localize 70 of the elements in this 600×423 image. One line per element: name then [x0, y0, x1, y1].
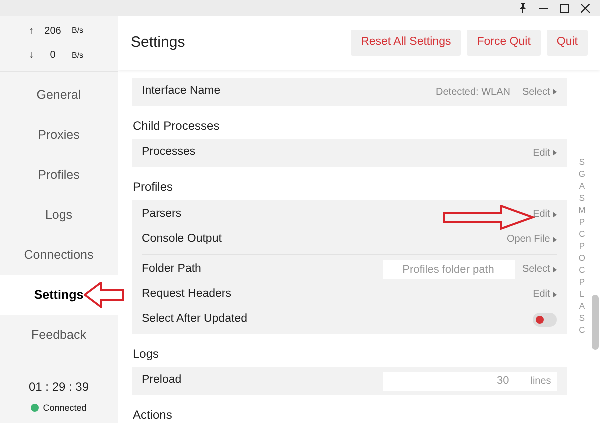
caret-icon	[553, 150, 558, 156]
index-letter[interactable]: C	[579, 324, 586, 336]
index-letter[interactable]: O	[578, 252, 586, 264]
pin-icon[interactable]	[519, 3, 527, 13]
detail-text: Detected: WLAN	[436, 86, 510, 100]
status-label: Connected	[43, 402, 87, 414]
setting-label: Request Headers	[142, 286, 232, 302]
setting-label: Folder Path	[142, 262, 202, 277]
action-link[interactable]: Select	[522, 84, 558, 100]
header-button[interactable]: Quit	[546, 30, 588, 56]
unit-label: lines	[530, 374, 552, 388]
number-field[interactable]: 30 lines	[383, 372, 558, 390]
index-letter[interactable]: A	[579, 300, 586, 312]
index-letter[interactable]: P	[579, 276, 586, 288]
speed-value: 206	[44, 24, 62, 39]
setting-label: Preload	[142, 373, 182, 388]
section-title: Child Processes	[133, 119, 221, 133]
speed-unit: B/s	[72, 25, 84, 38]
index-letter[interactable]: S	[579, 192, 586, 204]
nav-item[interactable]: General	[0, 75, 118, 115]
section-title: Logs	[133, 347, 160, 361]
toggle-switch[interactable]	[533, 312, 558, 326]
index-letter[interactable]: G	[578, 168, 586, 180]
caret-icon	[553, 212, 558, 218]
index-letter[interactable]: M	[578, 204, 586, 216]
close-icon[interactable]	[581, 4, 590, 12]
index-letter[interactable]: P	[579, 240, 586, 252]
index-letter[interactable]: L	[580, 288, 585, 300]
setting-label: Select After Updated	[142, 312, 248, 327]
section-title: Profiles	[133, 180, 174, 194]
index-letter[interactable]: S	[579, 156, 586, 168]
action-link[interactable]: Select	[522, 262, 558, 277]
status-dot	[31, 404, 40, 412]
page-title: Settings	[131, 34, 186, 52]
setting-label: Interface Name	[142, 84, 221, 100]
index-letter[interactable]: C	[579, 228, 586, 240]
action-link[interactable]: Open File	[506, 232, 558, 247]
header-button[interactable]: Reset All Settings	[351, 30, 462, 56]
setting-label: Console Output	[142, 232, 222, 247]
caret-icon	[553, 89, 558, 95]
action-link[interactable]: Edit	[533, 287, 558, 302]
nav-item[interactable]: Feedback	[0, 315, 118, 355]
nav-item[interactable]: Logs	[0, 195, 118, 235]
field-value: 30	[496, 374, 510, 389]
setting-label: Processes	[142, 145, 196, 160]
caret-icon	[553, 292, 558, 298]
speed-value: 0	[49, 49, 57, 64]
nav-item[interactable]: Settings	[0, 275, 118, 315]
caret-icon	[553, 236, 558, 242]
section-title: Actions	[133, 408, 174, 422]
index-letter[interactable]: C	[579, 264, 586, 276]
header-button[interactable]: Force Quit	[467, 30, 541, 56]
maximize-icon[interactable]	[560, 4, 569, 12]
nav-item[interactable]: Profiles	[0, 155, 118, 195]
caret-icon	[553, 266, 558, 272]
index-letter[interactable]: A	[579, 180, 586, 192]
index-letter[interactable]: P	[579, 216, 586, 228]
index-letter[interactable]: S	[579, 312, 586, 324]
nav-item[interactable]: Proxies	[0, 115, 118, 155]
input-field[interactable]: Profiles folder path	[382, 260, 514, 279]
upload-arrow: ↑	[28, 24, 34, 39]
annotation-arrow	[84, 282, 124, 308]
action-link[interactable]: Edit	[533, 146, 558, 160]
download-arrow: ↓	[28, 49, 34, 64]
speed-unit: B/s	[72, 50, 84, 62]
timer: 01 : 29 : 39	[28, 378, 90, 396]
action-link[interactable]: Edit	[533, 207, 558, 222]
setting-label: Parsers	[142, 206, 182, 222]
scrollbar-thumb[interactable]	[592, 295, 600, 350]
nav-item[interactable]: Connections	[0, 235, 118, 275]
